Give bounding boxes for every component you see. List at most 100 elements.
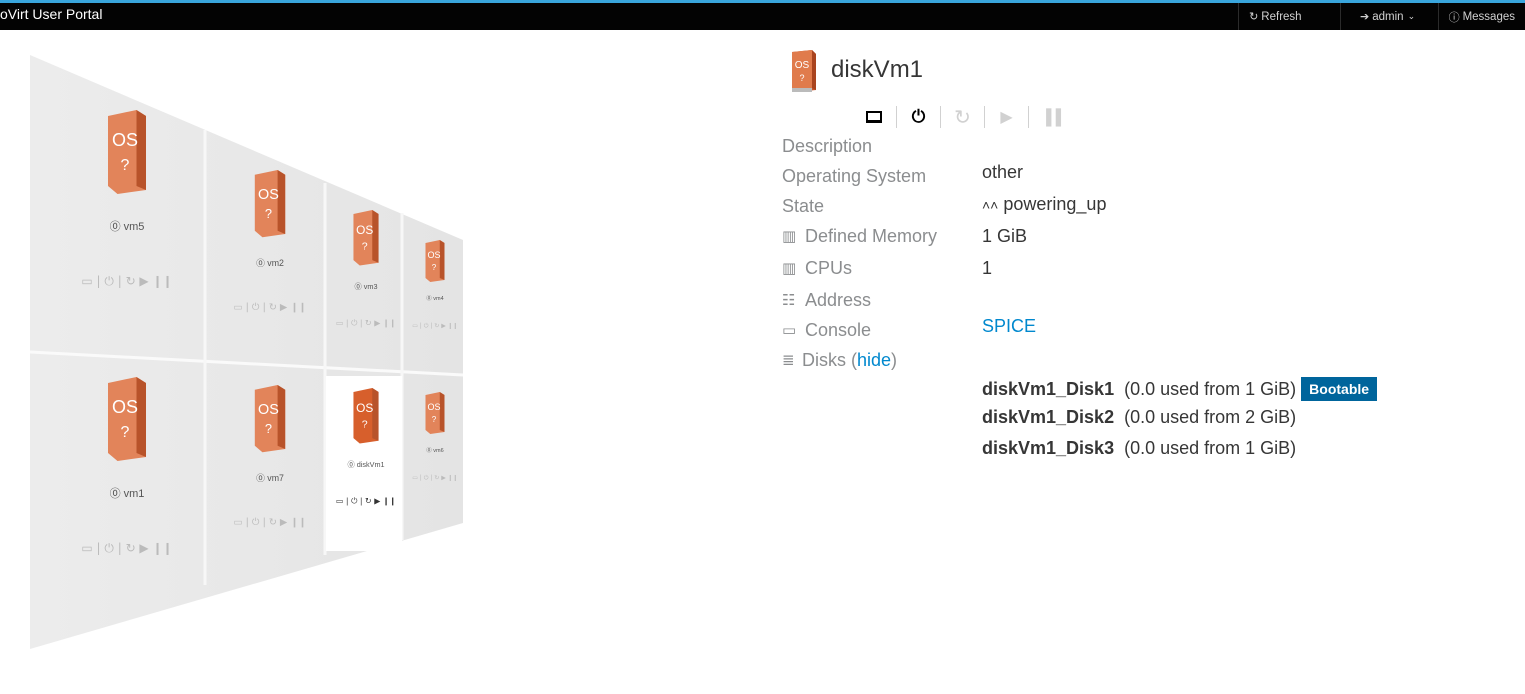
vm-card-actions[interactable]: ▭ | ⏻ | ↻ ▶ ❙❙: [81, 274, 172, 288]
monitor-icon: [866, 111, 882, 123]
cpu-icon: ▥: [782, 260, 797, 277]
address-label: Address: [805, 289, 872, 310]
memory-icon: ▥: [782, 228, 797, 245]
double-chevron-up-icon: ˄˄: [982, 197, 999, 213]
address-label-wrap: ☷ Address: [782, 290, 982, 311]
os-icon-unknown: ?: [362, 241, 368, 253]
vm-card-actions[interactable]: ▭ | ⏻ | ↻ ▶ ❙❙: [336, 497, 396, 506]
disk-item: diskVm1_Disk1 (0.0 used from 1 GiB) Boot…: [982, 377, 1378, 401]
os-icon-label: OS: [258, 402, 279, 418]
os-icon-unknown: ?: [432, 415, 437, 424]
navbar-right: ↻ Refresh ➔ admin ⌄ ⓘ Messages: [1238, 3, 1525, 30]
messages-label: Messages: [1462, 10, 1515, 23]
vm-card-actions[interactable]: ▭ | ⏻ | ↻ ▶ ❙❙: [336, 319, 396, 328]
pause-icon: ▐▐: [1040, 108, 1061, 126]
vm-card-actions[interactable]: ▭ | ⏻ | ↻ ▶ ❙❙: [234, 517, 307, 528]
refresh-label: Refresh: [1261, 10, 1302, 23]
vm-title: diskVm1: [831, 56, 924, 83]
os-icon-unknown: ?: [362, 419, 368, 431]
power-icon: ⏻: [911, 107, 926, 126]
disk-name: diskVm1_Disk3: [982, 438, 1115, 458]
os-icon-label: OS: [112, 130, 138, 150]
messages-button[interactable]: ⓘ Messages: [1437, 3, 1525, 30]
os-icon-side: [136, 377, 146, 457]
shutdown-button[interactable]: ⏻: [896, 106, 940, 128]
cpus-label-wrap: ▥ CPUs: [782, 258, 982, 279]
play-icon: ▶: [1000, 109, 1013, 126]
reboot-button[interactable]: ↻: [940, 106, 984, 129]
os-icon: OS ?: [792, 50, 816, 92]
os-icon-label: OS: [258, 187, 279, 203]
suspend-button[interactable]: ▐▐: [1028, 106, 1072, 128]
state-text: powering_up: [1003, 194, 1107, 214]
vm-card-name: ⓪ vm6: [426, 446, 443, 454]
info-icon: ⓘ: [1448, 11, 1460, 24]
top-navbar: oVirt User Portal ↻ Refresh ➔ admin ⌄ ⓘ …: [0, 0, 1525, 30]
cpus-value: 1: [982, 258, 993, 278]
vm-card-name: ⓪ diskVm1: [347, 460, 384, 469]
navbar-spacer: [1312, 3, 1340, 30]
description-row: Description: [782, 134, 982, 158]
bootable-badge: Bootable: [1301, 377, 1378, 401]
description-label: Description: [782, 135, 873, 156]
refresh-icon: ↻: [954, 106, 971, 129]
disks-label: Disks: [802, 349, 846, 370]
disks-row: ≣ Disks (hide): [782, 348, 982, 372]
user-name: admin: [1372, 10, 1404, 23]
state-value: ˄˄ powering_up: [982, 194, 1106, 215]
disk-item: diskVm1_Disk3 (0.0 used from 1 GiB): [982, 438, 1296, 459]
refresh-button[interactable]: ↻ Refresh: [1238, 3, 1312, 30]
memory-label-wrap: ▥ Defined Memory: [782, 226, 982, 247]
database-icon: ≣: [782, 352, 795, 369]
vm-action-toolbar: ⏻ ↻ ▶ ▐▐: [852, 106, 1072, 129]
console-button[interactable]: [852, 106, 896, 128]
vm-card-name: ⓪ vm5: [110, 220, 145, 233]
os-icon-unknown: ?: [432, 263, 437, 272]
os-icon-unknown: ?: [265, 206, 272, 221]
vm-card-name: ⓪ vm1: [110, 487, 145, 500]
os-icon-side: [439, 240, 445, 280]
vm-card-actions[interactable]: ▭ | ⏻ | ↻ ▶ ❙❙: [412, 323, 458, 330]
start-button[interactable]: ▶: [984, 106, 1028, 128]
monitor-icon: ▭: [782, 322, 797, 339]
console-spice-link[interactable]: SPICE: [982, 316, 1036, 337]
os-value: other: [982, 162, 1024, 182]
vm-card-name: ⓪ vm2: [256, 258, 284, 268]
cpus-row: ▥ CPUs: [782, 256, 982, 280]
disk-usage: (0.0 used from 1 GiB): [1124, 438, 1297, 458]
logout-icon: ➔: [1360, 11, 1370, 23]
os-icon-unknown: ?: [121, 157, 130, 174]
disk-item: diskVm1_Disk2 (0.0 used from 2 GiB): [982, 407, 1296, 428]
disks-label-wrap: ≣ Disks (hide): [782, 349, 898, 371]
cpus-label: CPUs: [805, 257, 853, 278]
state-row: State: [782, 194, 982, 218]
memory-label: Defined Memory: [805, 225, 938, 246]
console-label-wrap: ▭ Console: [782, 320, 982, 341]
disk-name: diskVm1_Disk1: [982, 378, 1115, 399]
app-brand[interactable]: oVirt User Portal: [0, 6, 102, 22]
memory-value: 1 GiB: [982, 226, 1028, 246]
disk-name: diskVm1_Disk2: [982, 407, 1115, 427]
svg-text:OS: OS: [795, 60, 810, 71]
refresh-icon: ↻: [1249, 11, 1259, 23]
memory-row: ▥ Defined Memory: [782, 224, 982, 248]
os-icon-label: OS: [112, 397, 138, 417]
os-icon-label: OS: [427, 250, 440, 260]
vm-card-name: ⓪ vm7: [256, 473, 284, 483]
vm-card-actions[interactable]: ▭ | ⏻ | ↻ ▶ ❙❙: [234, 302, 307, 313]
user-menu-button[interactable]: ➔ admin ⌄: [1339, 3, 1438, 30]
disks-hide-link[interactable]: hide: [857, 350, 891, 371]
vm-card-actions[interactable]: ▭ | ⏻ | ↻ ▶ ❙❙: [81, 541, 172, 555]
os-icon-side: [136, 110, 146, 190]
console-label: Console: [805, 319, 872, 340]
svg-text:?: ?: [799, 73, 804, 83]
os-icon-side: [439, 392, 445, 432]
state-label: State: [782, 195, 825, 216]
vm-card-name: ⓪ vm4: [426, 294, 443, 302]
address-row: ☷ Address: [782, 288, 982, 312]
vm-card-actions[interactable]: ▭ | ⏻ | ↻ ▶ ❙❙: [412, 475, 458, 482]
os-label: Operating System: [782, 165, 927, 186]
disk-usage: (0.0 used from 2 GiB): [1124, 407, 1297, 427]
os-icon-label: OS: [427, 402, 440, 412]
vm-card-name: ⓪ vm3: [355, 282, 378, 291]
